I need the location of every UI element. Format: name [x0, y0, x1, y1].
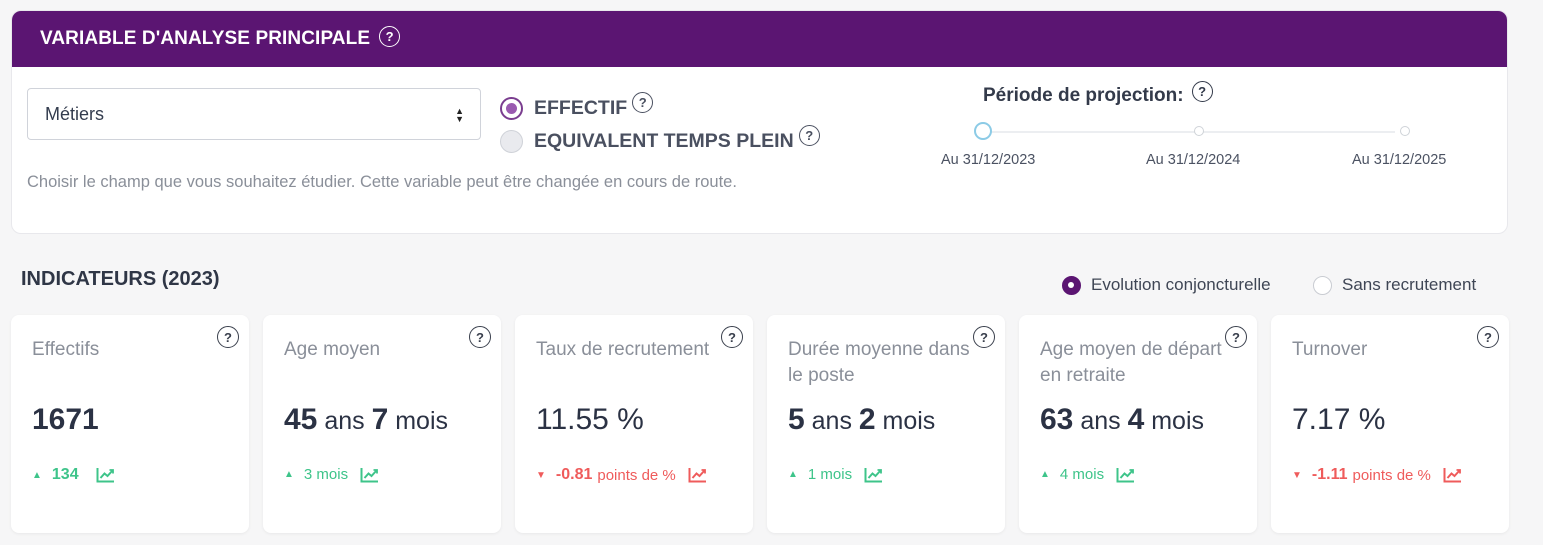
- arrow-up-icon: ▲: [32, 469, 42, 481]
- indicator-value-part: 7: [371, 403, 389, 436]
- indicator-value-part: ans: [804, 407, 859, 435]
- variable-hint: Choisir le champ que vous souhaitez étud…: [27, 173, 737, 191]
- indicator-delta: ▲ 1 mois: [788, 466, 883, 483]
- indicator-card: ? Age moyen 45 ans 7 mois ▲ 3 mois: [263, 315, 501, 533]
- indicator-value-part: 7.17 %: [1292, 403, 1386, 436]
- indicator-card: ? Durée moyenne dans le poste 5 ans 2 mois…: [767, 315, 1005, 533]
- trend-chart-icon[interactable]: [360, 467, 379, 483]
- delta-unit: points de %: [597, 466, 676, 484]
- indicator-value-part: 11.55 %: [536, 403, 644, 436]
- indicator-delta: ▲ 4 mois: [1040, 466, 1135, 483]
- trend-chart-icon[interactable]: [864, 467, 883, 483]
- indicator-delta: ▼ -0.81 points de %: [536, 466, 707, 484]
- radio-button[interactable]: [500, 97, 523, 120]
- slider-tick-label[interactable]: Au 31/12/2025: [1352, 152, 1446, 168]
- indicator-value-part: 1671: [32, 403, 99, 436]
- indicator-value-part: mois: [388, 407, 448, 435]
- variable-select-value: Métiers: [45, 103, 105, 124]
- indicator-value: 11.55 %: [536, 403, 644, 437]
- trend-chart-icon[interactable]: [688, 467, 707, 483]
- indicator-value: 5 ans 2 mois: [788, 403, 935, 437]
- indicator-value-part: ans: [317, 407, 372, 435]
- delta-unit: 4 mois: [1059, 466, 1105, 483]
- indicator-label: Age moyen de départ en retraite: [1040, 339, 1222, 386]
- indicator-label: Turnover: [1292, 339, 1368, 360]
- indicator-value-part: mois: [1144, 407, 1204, 435]
- delta-unit: 3 mois: [303, 466, 349, 483]
- indicator-label: Effectifs: [32, 339, 100, 360]
- trend-chart-icon[interactable]: [1116, 467, 1135, 483]
- slider-handle[interactable]: [974, 122, 992, 140]
- variable-select[interactable]: Métiers ▲ ▼: [27, 88, 481, 140]
- indicator-label: Taux de recrutement: [536, 339, 710, 360]
- delta-value: -1.11: [1311, 466, 1348, 483]
- radio-label-effectif: EFFECTIF: [534, 97, 628, 119]
- panel-title: VARIABLE D'ANALYSE PRINCIPALE: [40, 28, 371, 49]
- slider-tick[interactable]: [1194, 126, 1204, 136]
- slider-tick[interactable]: [1400, 126, 1410, 136]
- indicator-card: ? Turnover 7.17 % ▼ -1.11 points de %: [1271, 315, 1509, 533]
- indicator-value-part: mois: [875, 407, 936, 435]
- indicator-value-part: 4: [1127, 403, 1145, 436]
- arrow-up-icon: ▲: [1040, 469, 1050, 480]
- slider-tick-label[interactable]: Au 31/12/2023: [941, 152, 1035, 168]
- indicator-delta: ▼ -1.11 points de %: [1292, 466, 1462, 484]
- help-icon[interactable]: ?: [1191, 81, 1213, 103]
- indicator-value: 45 ans 7 mois: [284, 403, 448, 437]
- help-icon[interactable]: ?: [798, 125, 820, 146]
- indicator-value-part: 63: [1040, 403, 1074, 436]
- delta-unit: 1 mois: [807, 466, 853, 483]
- indicator-label: Durée moyenne dans le poste: [788, 339, 970, 386]
- radio-label-etp: EQUIVALENT TEMPS PLEIN: [534, 130, 794, 152]
- indicator-value: 63 ans 4 mois: [1040, 403, 1204, 437]
- indicator-card: ? Age moyen de départ en retraite 63 ans 4…: [1019, 315, 1257, 533]
- indicator-value: 7.17 %: [1292, 403, 1385, 437]
- indicator-value-part: ans: [1073, 407, 1128, 435]
- projection-title: Période de projection:?: [983, 81, 1213, 107]
- help-icon[interactable]: ?: [632, 92, 654, 113]
- trend-chart-icon[interactable]: [96, 467, 115, 483]
- indicator-value-part: 2: [858, 403, 876, 436]
- slider-tick-label[interactable]: Au 31/12/2024: [1146, 152, 1240, 168]
- indicator-value: 1671: [32, 403, 99, 437]
- delta-value: -0.81: [555, 466, 593, 483]
- indicator-label: Age moyen: [284, 339, 381, 360]
- indicator-value-part: 45: [284, 403, 318, 436]
- indicator-value-part: 5: [788, 403, 805, 436]
- mode-label: Evolution conjoncturelle: [1091, 275, 1271, 294]
- indicator-delta: ▲ 134: [32, 466, 115, 484]
- delta-unit: points de %: [1352, 466, 1431, 484]
- mode-label: Sans recrutement: [1342, 275, 1477, 294]
- indicator-delta: ▲ 3 mois: [284, 466, 379, 483]
- projection-title-text: Période de projection:: [983, 85, 1184, 106]
- radio-etp[interactable]: EQUIVALENT TEMPS PLEIN ?: [500, 125, 820, 153]
- indicator-card: ? Effectifs 1671 ▲ 134: [11, 315, 249, 533]
- sort-arrows-icon: ▲ ▼: [455, 106, 464, 124]
- radio-button[interactable]: [1062, 275, 1081, 295]
- help-icon[interactable]: ?: [379, 25, 401, 47]
- radio-button[interactable]: [500, 130, 523, 153]
- arrow-up-icon: ▲: [788, 469, 798, 480]
- indicator-card: ? Taux de recrutement 11.55 % ▼ -0.81 points …: [515, 315, 753, 533]
- panel-header: VARIABLE D'ANALYSE PRINCIPALE ?: [12, 11, 1507, 67]
- mode-evolution[interactable]: Evolution conjoncturelle: [1062, 275, 1271, 295]
- trend-chart-icon[interactable]: [1443, 467, 1462, 483]
- arrow-down-icon: ▼: [536, 469, 546, 481]
- indicators-title: INDICATEURS (2023): [21, 268, 220, 290]
- radio-effectif[interactable]: EFFECTIF ?: [500, 92, 654, 120]
- radio-button[interactable]: [1313, 275, 1332, 295]
- delta-value: 134: [51, 466, 79, 483]
- mode-sans-recrutement[interactable]: Sans recrutement: [1313, 275, 1476, 295]
- projection-slider-track[interactable]: [983, 131, 1395, 133]
- arrow-up-icon: ▲: [284, 469, 294, 480]
- arrow-down-icon: ▼: [1292, 469, 1302, 481]
